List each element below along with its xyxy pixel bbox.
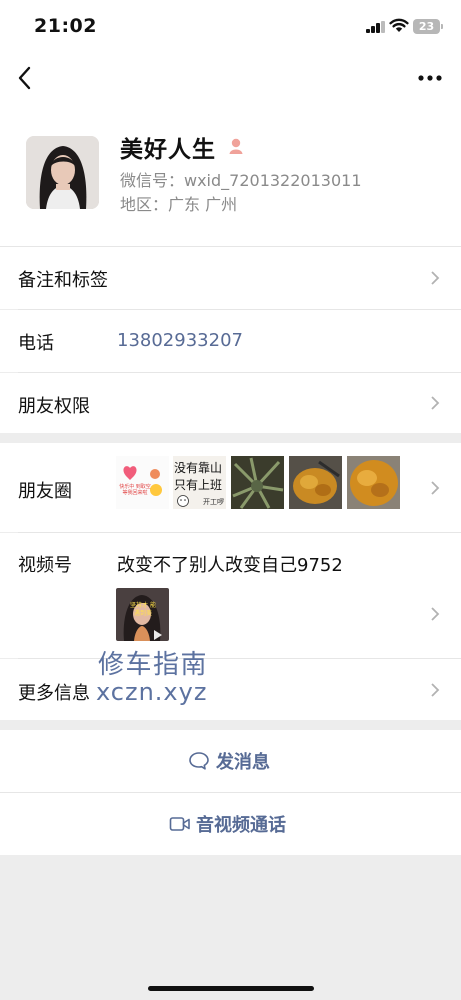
profile-header: 美好人生 微信号：wxid_7201322013011 地区：广东 广州 <box>0 120 461 246</box>
contact-region: 地区：广东 广州 <box>120 195 238 214</box>
chevron-right-icon <box>431 481 440 495</box>
video-call-button[interactable]: 音视频通话 <box>0 793 461 855</box>
heart-icon <box>123 466 162 496</box>
ellipsis-icon[interactable] <box>417 66 443 90</box>
moments-thumbnail: 没有靠山 只有上班 开工啰 <box>173 456 226 509</box>
row-friend-permissions[interactable]: 朋友权限 <box>0 373 461 433</box>
avatar[interactable] <box>26 136 99 209</box>
wifi-icon <box>389 18 409 32</box>
female-gender-icon <box>229 138 243 154</box>
battery-icon: 23 <box>413 19 443 34</box>
row-channels-label: 视频号 <box>18 555 72 576</box>
row-phone-label: 电话 <box>18 333 54 354</box>
row-more-info[interactable]: 更多信息 <box>0 659 461 720</box>
chevron-left-icon[interactable] <box>14 64 36 92</box>
channels-thumb-caption: 坚持才 能遇到美 <box>130 602 156 617</box>
video-camera-icon <box>169 817 190 831</box>
watermark-url: xczn.xyz <box>96 678 208 706</box>
send-message-label: 发消息 <box>216 752 270 773</box>
row-permissions-label: 朋友权限 <box>18 396 90 417</box>
moments-thumbnail <box>231 456 284 509</box>
moments-thumb-caption: 快乐中 到取空 等我回来啦 <box>119 484 151 496</box>
food-photo-icon <box>347 456 400 509</box>
row-moments-label: 朋友圈 <box>18 481 72 502</box>
status-bar: 21:02 23 <box>0 0 461 52</box>
channels-latest-title: 改变不了别人改变自己9752 <box>117 555 343 576</box>
watermark-title: 修车指南 <box>98 650 209 680</box>
row-remark-tags[interactable]: 备注和标签 <box>0 247 461 309</box>
food-photo-icon <box>289 456 342 509</box>
video-call-label: 音视频通话 <box>196 815 286 836</box>
wechat-id: 微信号：wxid_7201322013011 <box>120 171 362 190</box>
chevron-right-icon <box>431 683 440 697</box>
row-phone: 电话 13802933207 <box>0 310 461 372</box>
cartoon-face-icon <box>177 495 189 507</box>
plant-photo-icon <box>231 456 284 509</box>
moments-thumbnail <box>289 456 342 509</box>
channels-video-thumbnail[interactable]: 坚持才 能遇到美 <box>116 588 169 641</box>
row-moments[interactable]: 朋友圈 快乐中 到取空 等我回来啦 没有靠山 只有上班 开工啰 <box>0 443 461 532</box>
moments-thumbnail <box>347 456 400 509</box>
moments-thumbnail: 快乐中 到取空 等我回来啦 <box>116 456 169 509</box>
moments-thumb-caption: 开工啰 <box>203 498 224 506</box>
chevron-right-icon <box>431 607 440 621</box>
contact-name: 美好人生 <box>120 137 216 163</box>
top-navigation <box>0 52 461 120</box>
send-message-button[interactable]: 发消息 <box>0 730 461 792</box>
row-remark-label: 备注和标签 <box>18 270 108 291</box>
moments-thumb-line2: 只有上班 <box>174 478 223 492</box>
phone-number-link[interactable]: 13802933207 <box>117 330 243 351</box>
row-channels[interactable]: 视频号 改变不了别人改变自己9752 坚持才 能遇到美 <box>0 533 461 658</box>
chevron-right-icon <box>431 396 440 410</box>
status-time: 21:02 <box>34 15 97 37</box>
chevron-right-icon <box>431 271 440 285</box>
chat-bubble-icon <box>189 752 209 770</box>
home-indicator[interactable] <box>148 986 314 991</box>
row-more-info-label: 更多信息 <box>18 683 90 704</box>
moments-thumb-line1: 没有靠山 <box>174 461 223 475</box>
signal-icon <box>366 21 386 33</box>
avatar-portrait-icon <box>26 136 99 209</box>
